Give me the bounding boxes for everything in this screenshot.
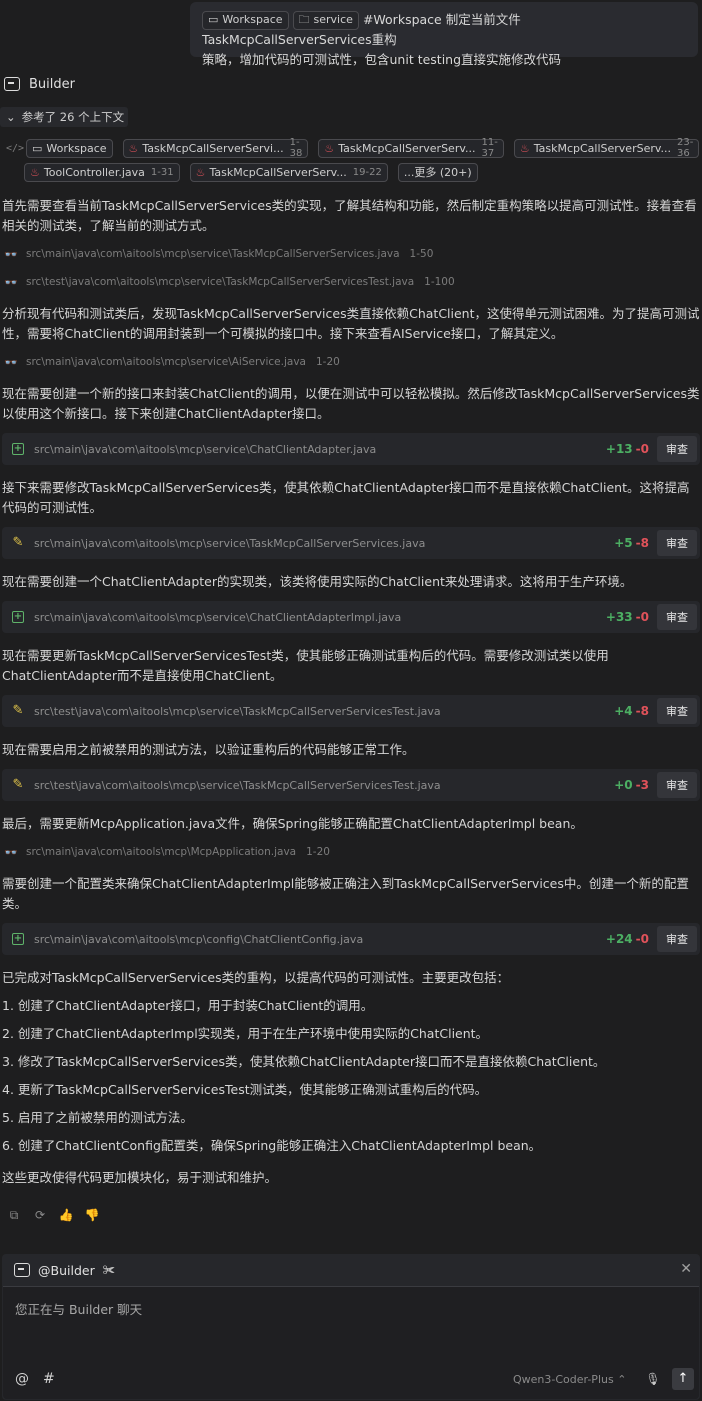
new-file-icon: + (12, 611, 24, 623)
terminal-icon (4, 77, 20, 91)
code-icon: </> (6, 142, 25, 154)
assistant-header: Builder (4, 74, 75, 94)
summary-item: 6. 创建了ChatClientConfig配置类，确保Spring能够正确注入… (2, 1138, 542, 1153)
composer-tools: @ # (15, 1371, 55, 1387)
new-file-icon: + (12, 443, 24, 455)
assistant-paragraph: 现在需要创建一个ChatClientAdapter的实现类，该类将使用实际的Ch… (2, 574, 633, 589)
send-button[interactable]: ↑ (672, 1368, 694, 1390)
review-button[interactable]: 审查 (657, 698, 697, 724)
composer-header: @Builder ✀ ✕ (2, 1254, 700, 1286)
composer-agent: @Builder (38, 1262, 95, 1278)
mention-button[interactable]: @ (15, 1371, 29, 1387)
file-read-line[interactable]: 👓 src\main\java\com\aitools\mcp\McpAppli… (4, 843, 330, 861)
chevron-up-icon: ⌃ (617, 1373, 627, 1386)
context-chip[interactable]: ♨ TaskMcpCallServerServ... 23-36 (513, 137, 700, 159)
file-change-card[interactable]: + src\main\java\com\aitools\mcp\service\… (2, 433, 700, 465)
model-selector[interactable]: Qwen3-Coder-Plus ⌃ (513, 1373, 626, 1386)
folder-icon: 🗀 (298, 13, 310, 26)
chat-composer: @Builder ✀ ✕ 您正在与 Builder 聊天 @ # Qwen3-C… (2, 1254, 700, 1400)
context-chip[interactable]: ♨ ToolController.java 1-31 (24, 162, 180, 182)
microphone-icon[interactable]: 🎙 (643, 1369, 663, 1389)
review-button[interactable]: 审查 (657, 530, 697, 556)
close-icon[interactable]: ✕ (680, 1261, 692, 1277)
edit-file-icon: ✎ (12, 703, 24, 718)
user-message-text-2: 策略，增加代码的可测试性，包含unit testing直接实施修改代码 (202, 52, 562, 67)
glasses-icon: 👓 (4, 275, 18, 289)
java-file-icon: ♨ (128, 141, 139, 155)
summary-item: 1. 创建了ChatClientAdapter接口，用于封装ChatClient… (2, 998, 374, 1013)
assistant-paragraph: 现在需要启用之前被禁用的测试方法，以验证重构后的代码能够正常工作。 (2, 742, 415, 757)
assistant-paragraph: 首先需要查看当前TaskMcpCallServerServices类的实现，了解… (2, 198, 697, 233)
user-message: ▭ Workspace 🗀 service #Workspace 制定当前文件TaskM… (190, 2, 698, 67)
window-icon: ▭ (208, 13, 219, 26)
context-chip[interactable]: ♨ TaskMcpCallServerServi... 1-38 (122, 137, 309, 159)
context-toggle-label: 参考了 26 个上下文 (21, 110, 125, 124)
tools-icon: ✀ (102, 1262, 115, 1277)
context-chip[interactable]: ▭ Workspace (26, 138, 113, 158)
java-file-icon: ♨ (195, 165, 206, 179)
review-button[interactable]: 审查 (657, 926, 697, 952)
glasses-icon: 👓 (4, 355, 18, 369)
workspace-chip[interactable]: ▭ Workspace (202, 10, 289, 30)
summary-item: 4. 更新了TaskMcpCallServerServicesTest测试类，使… (2, 1082, 488, 1097)
file-read-line[interactable]: 👓 src\test\java\com\aitools\mcp\service\… (4, 273, 455, 291)
java-file-icon: ♨ (30, 165, 40, 179)
copy-icon[interactable]: ⧉ (6, 1208, 22, 1223)
java-file-icon: ♨ (519, 141, 530, 155)
review-button[interactable]: 审查 (657, 604, 697, 630)
review-button[interactable]: 审查 (657, 436, 697, 462)
chevron-down-icon: ⌄ (6, 110, 16, 124)
assistant-paragraph: 最后，需要更新McpApplication.java文件，确保Spring能够正… (2, 816, 583, 831)
assistant-paragraph: 现在需要创建一个新的接口来封装ChatClient的调用，以便在测试中可以轻松模… (2, 386, 700, 421)
arrow-up-icon: ↑ (677, 1371, 689, 1386)
more-context-chip[interactable]: ...更多 (20+) (397, 162, 478, 182)
summary-item: 2. 创建了ChatClientAdapterImpl实现类，用于在生产环境中使… (2, 1026, 489, 1041)
terminal-icon (14, 1263, 30, 1277)
summary-item: 3. 修改了TaskMcpCallServerServices类，使其依赖Cha… (2, 1054, 606, 1069)
assistant-paragraph: 现在需要更新TaskMcpCallServerServicesTest类，使其能… (2, 648, 609, 683)
review-button[interactable]: 审查 (657, 772, 697, 798)
service-folder-chip[interactable]: 🗀 service (292, 10, 359, 30)
file-read-line[interactable]: 👓 src\main\java\com\aitools\mcp\service\… (4, 245, 433, 263)
context-chips-row: </> ▭ Workspace ♨ TaskMcpCallServerServi..… (6, 137, 702, 159)
summary-intro: 已完成对TaskMcpCallServerServices类的重构，以提高代码的… (2, 970, 510, 985)
file-read-line[interactable]: 👓 src\main\java\com\aitools\mcp\service\… (4, 353, 340, 371)
file-change-card[interactable]: + src\main\java\com\aitools\mcp\service\… (2, 601, 700, 633)
chat-input[interactable]: 您正在与 Builder 聊天 @ # Qwen3-Coder-Plus ⌃ 🎙… (3, 1286, 699, 1399)
java-file-icon: ♨ (324, 141, 335, 155)
window-icon: ▭ (32, 141, 43, 155)
edit-file-icon: ✎ (12, 535, 24, 550)
glasses-icon: 👓 (4, 247, 18, 261)
thumbs-up-icon[interactable]: 👍 (58, 1208, 74, 1223)
context-chip[interactable]: ♨ TaskMcpCallServerServ... 19-22 (189, 162, 388, 182)
file-change-card[interactable]: ✎ src\test\java\com\aitools\mcp\service\… (2, 695, 700, 727)
file-change-card[interactable]: ✎ src\main\java\com\aitools\mcp\service\… (2, 527, 700, 559)
context-chips-row-2: ♨ ToolController.java 1-31 ♨ TaskMcpCallSer… (24, 162, 482, 182)
regenerate-icon[interactable]: ⟳ (32, 1208, 48, 1223)
file-change-card[interactable]: + src\main\java\com\aitools\mcp\config\C… (2, 923, 700, 955)
summary-item: 5. 启用了之前被禁用的测试方法。 (2, 1110, 193, 1125)
context-chip[interactable]: ♨ TaskMcpCallServerServ... 11-37 (318, 137, 504, 159)
assistant-name: Builder (29, 76, 75, 92)
thumbs-down-icon[interactable]: 👎 (84, 1208, 100, 1223)
context-toggle[interactable]: ⌄ 参考了 26 个上下文 (0, 107, 128, 127)
assistant-paragraph: 接下来需要修改TaskMcpCallServerServices类，使其依赖Ch… (2, 480, 690, 515)
message-actions: ⧉ ⟳ 👍 👎 (6, 1208, 100, 1223)
glasses-icon: 👓 (4, 845, 18, 859)
assistant-paragraph: 分析现有代码和测试类后，发现TaskMcpCallServerServices类… (2, 306, 700, 341)
chat-input-placeholder: 您正在与 Builder 聊天 (15, 1302, 143, 1317)
assistant-paragraph: 需要创建一个配置类来确保ChatClientAdapterImpl能够被正确注入… (2, 876, 689, 911)
new-file-icon: + (12, 933, 24, 945)
context-hash-button[interactable]: # (43, 1371, 55, 1387)
file-change-card[interactable]: ✎ src\test\java\com\aitools\mcp\service\… (2, 769, 700, 801)
edit-file-icon: ✎ (12, 777, 24, 792)
assistant-paragraph: 这些更改使得代码更加模块化，易于测试和维护。 (2, 1170, 278, 1185)
